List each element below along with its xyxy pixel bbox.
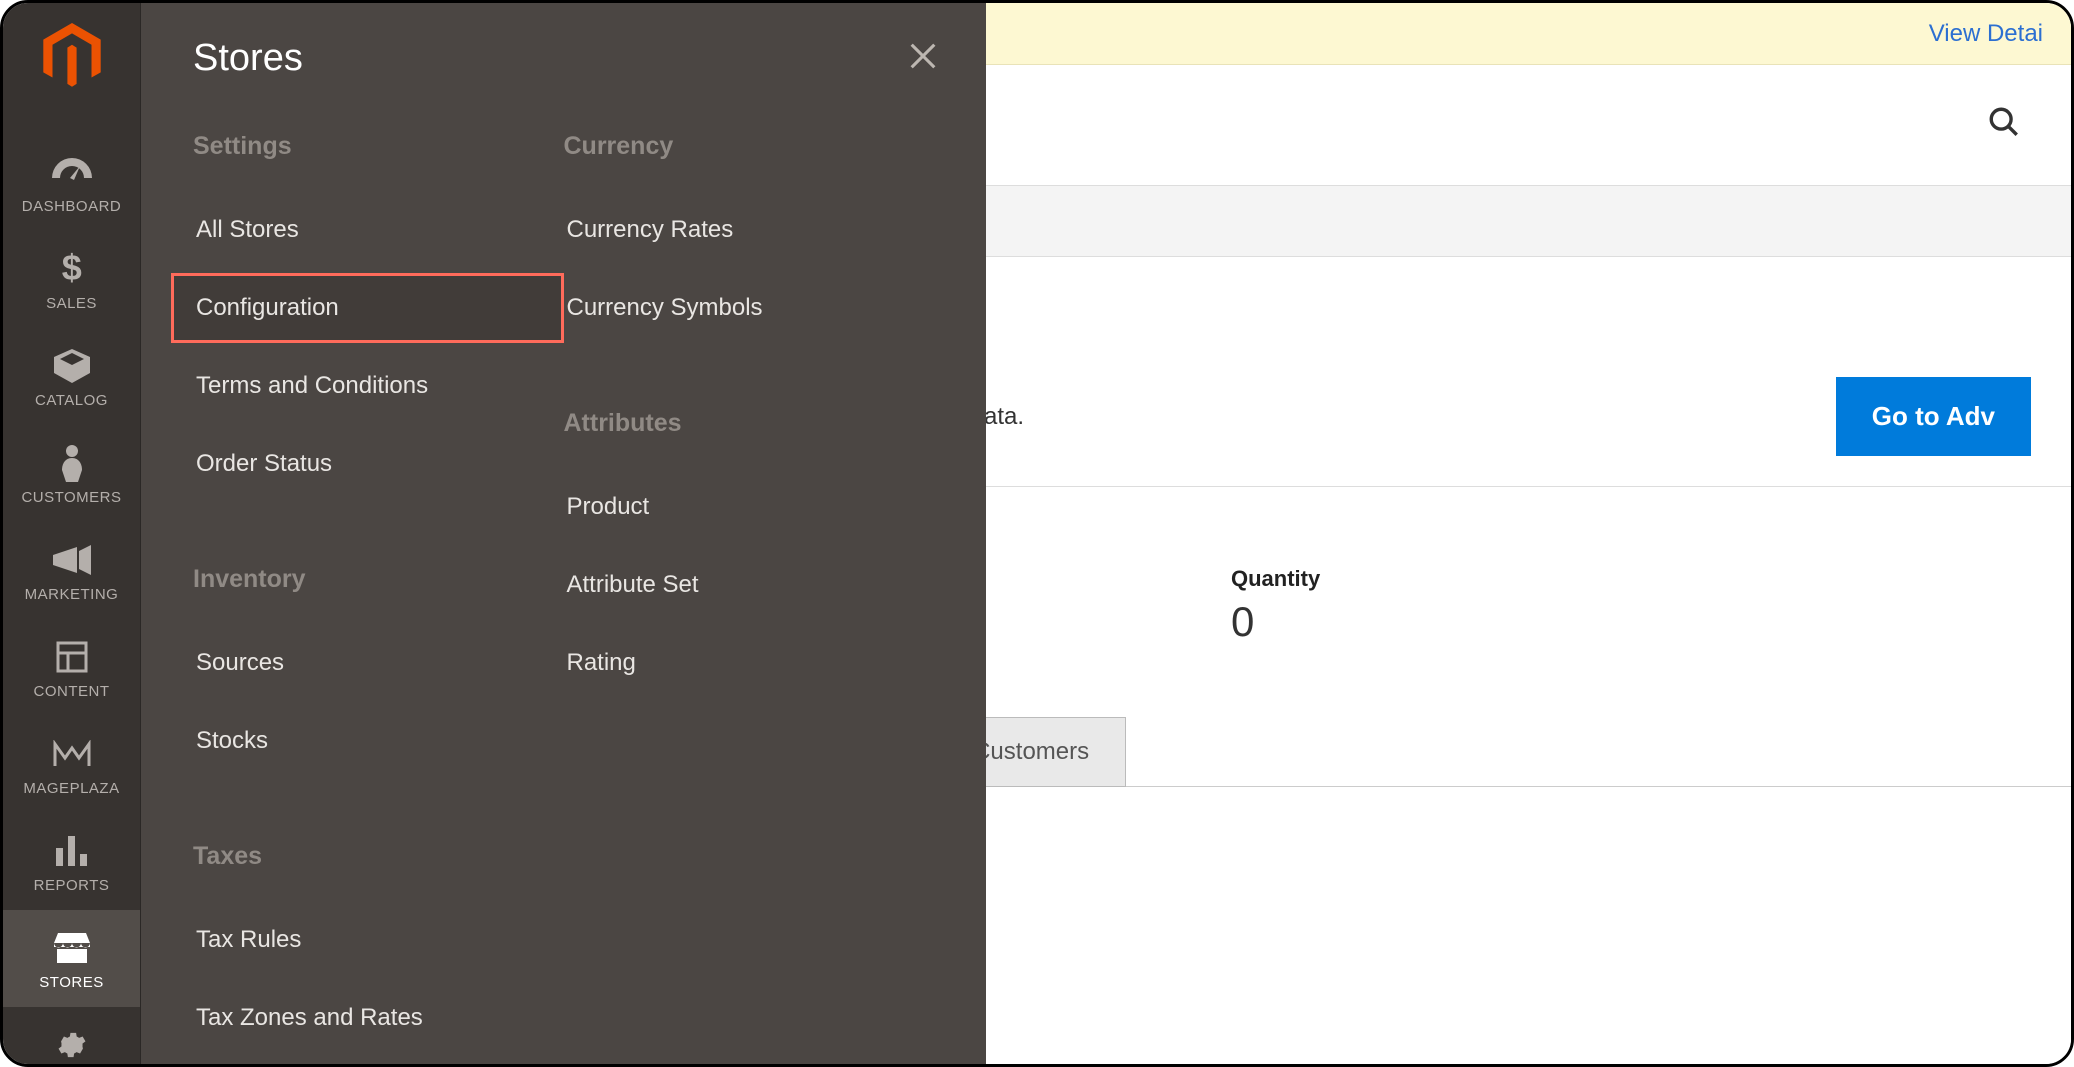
nav-label: MARKETING [25,586,119,603]
sales-icon: $ [59,249,85,289]
nav-label: CATALOG [35,392,108,409]
nav-label: REPORTS [34,877,110,894]
link-all-stores[interactable]: All Stores [171,195,564,265]
nav-label: SALES [46,295,97,312]
marketing-icon [53,540,91,580]
nav-mageplaza[interactable]: MAGEPLAZA [3,716,140,813]
reports-icon [56,831,88,871]
stat-quantity: Quantity 0 [1231,566,1581,646]
section-inventory: Inventory [193,565,564,594]
nav-label: DASHBOARD [22,198,122,215]
section-taxes: Taxes [193,842,564,871]
magento-logo-icon[interactable] [43,23,101,94]
link-attribute-set[interactable]: Attribute Set [542,550,935,620]
link-currency-rates[interactable]: Currency Rates [542,195,935,265]
link-product-attr[interactable]: Product [542,472,935,542]
svg-text:$: $ [61,250,82,288]
customers-icon [60,443,84,483]
link-configuration[interactable]: Configuration [171,273,564,343]
nav-label: CONTENT [34,683,110,700]
stat-value: 0 [1231,598,1581,646]
link-stocks[interactable]: Stocks [171,706,564,776]
nav-label: STORES [39,974,103,991]
link-sources[interactable]: Sources [171,628,564,698]
stores-icon [54,928,90,968]
nav-marketing[interactable]: MARKETING [3,522,140,619]
flyout-title: Stores [193,37,934,80]
nav-customers[interactable]: CUSTOMERS [3,425,140,522]
stat-label: Quantity [1231,566,1581,592]
nav-label: MAGEPLAZA [23,780,119,797]
nav-content[interactable]: CONTENT [3,619,140,716]
nav-reports[interactable]: REPORTS [3,813,140,910]
link-tax-rules[interactable]: Tax Rules [171,905,564,975]
flyout-col-left: Settings All Stores Configuration Terms … [193,132,564,1053]
nav-catalog[interactable]: CATALOG [3,328,140,425]
banner-link[interactable]: View Detai [1929,20,2043,48]
search-icon[interactable] [1987,105,2021,144]
close-icon[interactable] [906,39,940,78]
go-advanced-button[interactable]: Go to Adv [1836,377,2031,456]
system-icon [55,1025,89,1065]
nav-dashboard[interactable]: DASHBOARD [3,134,140,231]
link-rating[interactable]: Rating [542,628,935,698]
nav-sales[interactable]: $ SALES [3,231,140,328]
link-order-status[interactable]: Order Status [171,429,564,499]
section-attributes: Attributes [564,409,935,438]
admin-nav: DASHBOARD $ SALES CATALOG CUSTOMERS MARK… [3,3,141,1064]
mageplaza-icon [53,734,91,774]
content-icon [56,637,88,677]
flyout-col-right: Currency Currency Rates Currency Symbols… [564,132,935,1053]
nav-label: CUSTOMERS [21,489,121,506]
app-frame: en scheduled for update. View Detai ur d… [0,0,2074,1067]
catalog-icon [54,346,90,386]
section-currency: Currency [564,132,935,161]
link-tax-zones[interactable]: Tax Zones and Rates [171,983,564,1053]
link-terms[interactable]: Terms and Conditions [171,351,564,421]
dashboard-icon [52,152,92,192]
stores-flyout: Stores Settings All Stores Configuration… [141,3,986,1064]
section-settings: Settings [193,132,564,161]
nav-system[interactable]: SYSTEM [3,1007,140,1067]
link-currency-symbols[interactable]: Currency Symbols [542,273,935,343]
nav-stores[interactable]: STORES [3,910,140,1007]
